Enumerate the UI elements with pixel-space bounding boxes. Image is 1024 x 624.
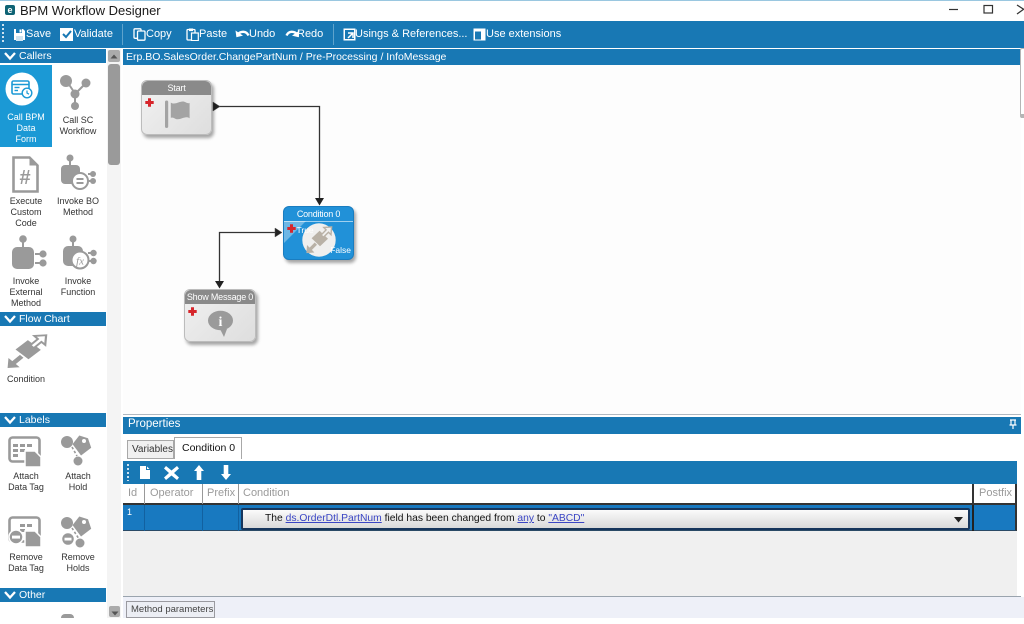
svg-text:fx: fx xyxy=(76,256,84,268)
svg-text:i: i xyxy=(219,315,223,330)
svg-text:#: # xyxy=(19,167,30,189)
